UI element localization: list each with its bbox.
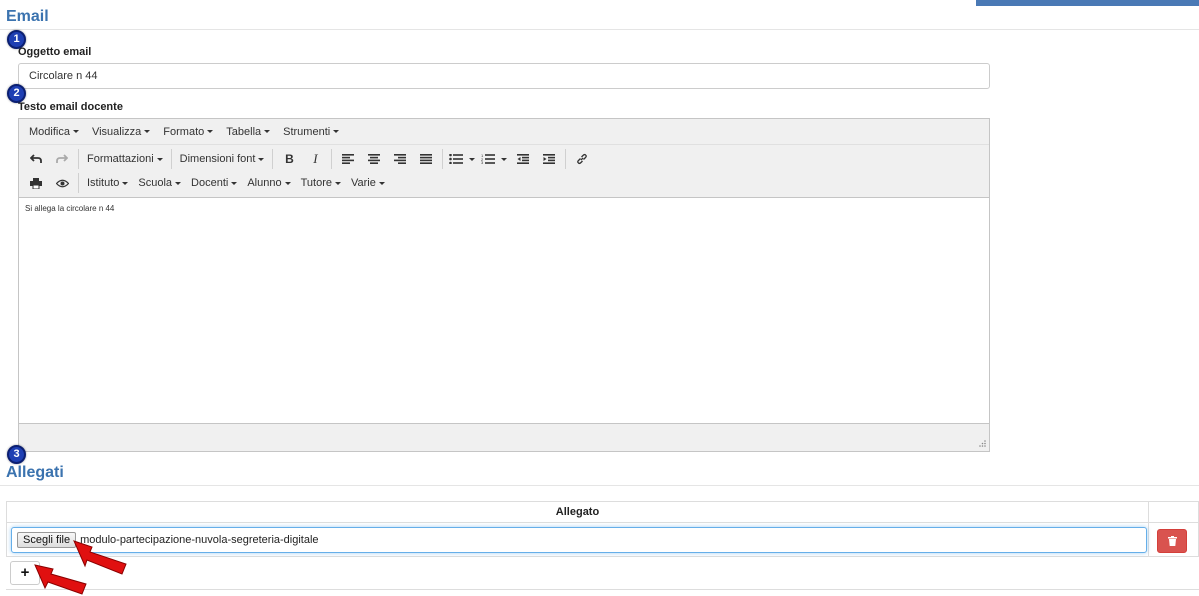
print-icon[interactable] bbox=[23, 172, 49, 194]
editor-statusbar bbox=[19, 423, 989, 451]
link-icon[interactable] bbox=[569, 148, 595, 170]
menu-modifica[interactable]: Modifica bbox=[23, 126, 85, 138]
annotation-arrow-icon bbox=[34, 564, 87, 595]
delete-button[interactable] bbox=[1157, 529, 1187, 553]
align-right-icon[interactable] bbox=[387, 148, 413, 170]
toolbar-separator bbox=[272, 149, 274, 169]
table-row-actions bbox=[1148, 522, 1199, 557]
attachments-table: Allegato Scegli file modulo-partecipazio… bbox=[6, 501, 1199, 590]
column-header-allegato: Allegato bbox=[6, 501, 1149, 523]
step-badge-3: 3 bbox=[7, 445, 26, 464]
add-row: + bbox=[6, 556, 1199, 590]
placeholder-alunno-dropdown[interactable]: Alunno bbox=[242, 172, 295, 194]
align-left-icon[interactable] bbox=[335, 148, 361, 170]
top-accent-bar bbox=[976, 0, 1199, 6]
redo-icon[interactable] bbox=[49, 148, 75, 170]
numbered-list-icon[interactable]: 123 bbox=[478, 148, 510, 170]
editor-toolbar: Formattazioni Dimensioni font B I 1 2 3 … bbox=[19, 145, 989, 198]
resize-handle-icon[interactable] bbox=[979, 440, 986, 449]
body-label: Testo email docente bbox=[18, 101, 123, 113]
bullet-list-icon[interactable] bbox=[446, 148, 478, 170]
table-row: Scegli file modulo-partecipazione-nuvola… bbox=[6, 522, 1149, 557]
toolbar-separator bbox=[442, 149, 444, 169]
outdent-icon[interactable] bbox=[510, 148, 536, 170]
subject-label: Oggetto email bbox=[18, 46, 92, 58]
subject-input[interactable]: Circolare n 44 bbox=[18, 63, 990, 89]
formats-dropdown[interactable]: Formattazioni bbox=[82, 148, 168, 170]
editor-content-area[interactable]: Si allega la circolare n 44 bbox=[19, 198, 989, 422]
font-size-dropdown[interactable]: Dimensioni font bbox=[175, 148, 270, 170]
svg-text:3: 3 bbox=[481, 160, 484, 164]
choose-file-button[interactable]: Scegli file bbox=[17, 532, 77, 548]
placeholder-tutore-dropdown[interactable]: Tutore bbox=[296, 172, 346, 194]
placeholder-docenti-dropdown[interactable]: Docenti bbox=[186, 172, 242, 194]
italic-button[interactable]: I bbox=[302, 148, 328, 170]
menu-tabella[interactable]: Tabella bbox=[220, 126, 276, 138]
rich-text-editor: Modifica Visualizza Formato Tabella Stru… bbox=[18, 118, 990, 452]
file-input[interactable]: Scegli file modulo-partecipazione-nuvola… bbox=[11, 527, 1147, 553]
toolbar-separator bbox=[78, 149, 79, 169]
column-header-actions bbox=[1148, 501, 1199, 523]
menu-formato[interactable]: Formato bbox=[157, 126, 219, 138]
email-divider bbox=[0, 29, 1199, 30]
align-justify-icon[interactable] bbox=[413, 148, 439, 170]
attachments-section-title: Allegati bbox=[6, 464, 64, 481]
toolbar-separator bbox=[331, 149, 333, 169]
editor-menubar: Modifica Visualizza Formato Tabella Stru… bbox=[19, 119, 989, 145]
toolbar-separator bbox=[565, 149, 567, 169]
email-section-title: Email bbox=[6, 8, 49, 25]
placeholder-varie-dropdown[interactable]: Varie bbox=[346, 172, 390, 194]
align-center-icon[interactable] bbox=[361, 148, 387, 170]
placeholder-istituto-dropdown[interactable]: Istituto bbox=[82, 172, 133, 194]
editor-content-text: Si allega la circolare n 44 bbox=[25, 204, 115, 213]
menu-visualizza[interactable]: Visualizza bbox=[86, 126, 156, 138]
trash-icon bbox=[1167, 536, 1177, 546]
preview-eye-icon[interactable] bbox=[49, 172, 75, 194]
menu-strumenti[interactable]: Strumenti bbox=[277, 126, 345, 138]
bold-button[interactable]: B bbox=[276, 148, 302, 170]
toolbar-separator bbox=[170, 149, 172, 169]
toolbar-separator bbox=[78, 173, 79, 193]
placeholder-scuola-dropdown[interactable]: Scuola bbox=[133, 172, 186, 194]
undo-icon[interactable] bbox=[23, 148, 49, 170]
indent-icon[interactable] bbox=[536, 148, 562, 170]
attachments-divider bbox=[0, 485, 1199, 486]
